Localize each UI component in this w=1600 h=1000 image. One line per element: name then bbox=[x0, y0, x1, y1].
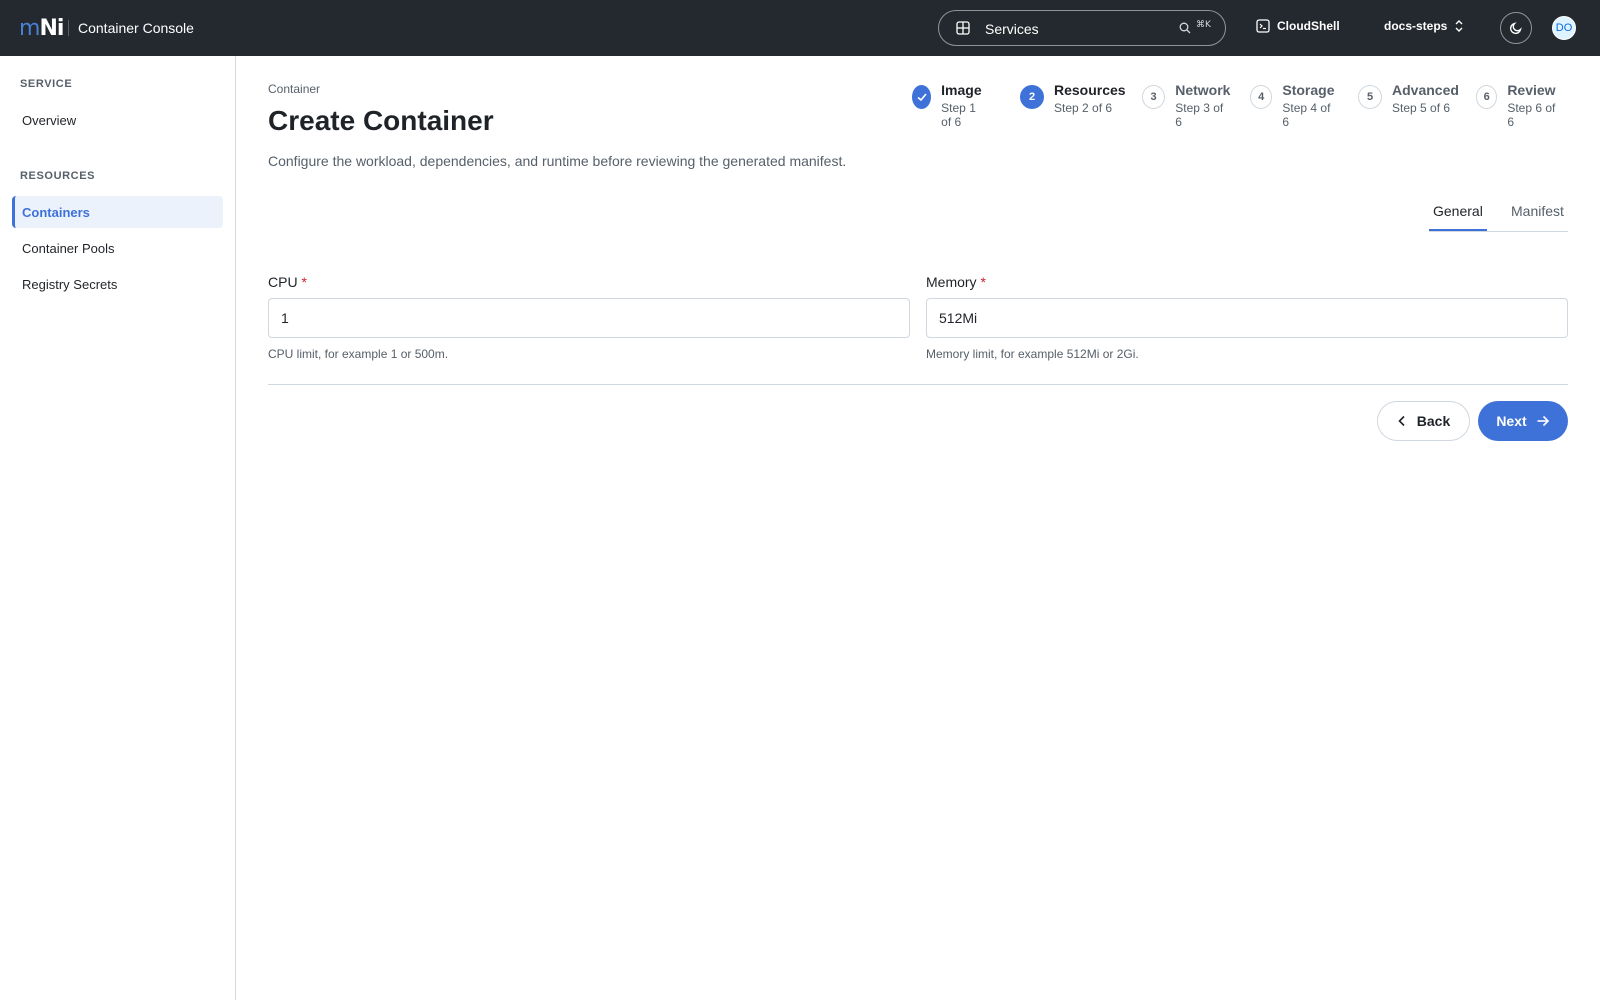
memory-input[interactable] bbox=[926, 298, 1568, 338]
active-tab-indicator bbox=[1429, 229, 1487, 231]
step-network[interactable]: 3 Network Step 3 of 6 bbox=[1142, 82, 1231, 129]
tab-manifest[interactable]: Manifest bbox=[1511, 203, 1564, 219]
sidebar-item-label: Containers bbox=[22, 204, 90, 220]
step-complete-check-icon bbox=[912, 85, 932, 109]
top-bar: m Ni Container Console Services ⌘K CloudS… bbox=[0, 0, 1600, 56]
moon-icon bbox=[1509, 22, 1522, 35]
next-button-label: Next bbox=[1496, 413, 1527, 429]
memory-label: Memory * bbox=[926, 274, 986, 290]
step-advanced[interactable]: 5 Advanced Step 5 of 6 bbox=[1358, 82, 1459, 115]
sidebar-section-service: SERVICE bbox=[20, 78, 73, 90]
cpu-label: CPU * bbox=[268, 274, 307, 290]
sidebar-item-overview[interactable]: Overview bbox=[12, 104, 223, 136]
chevron-left-icon bbox=[1398, 415, 1405, 427]
form-divider bbox=[268, 384, 1568, 385]
step-sub: Step 1 of 6 bbox=[941, 101, 976, 129]
arrow-right-icon bbox=[1537, 415, 1549, 427]
sidebar-item-containers[interactable]: Containers bbox=[12, 196, 223, 228]
cpu-input[interactable] bbox=[268, 298, 910, 338]
cloudshell-label: CloudShell bbox=[1277, 19, 1340, 33]
step-name: Network bbox=[1175, 82, 1231, 98]
project-selector[interactable]: docs-steps bbox=[1384, 19, 1464, 33]
sidebar-item-registry-secrets[interactable]: Registry Secrets bbox=[12, 268, 223, 300]
sidebar-item-container-pools[interactable]: Container Pools bbox=[12, 232, 223, 264]
search-shortcut: ⌘K bbox=[1196, 20, 1211, 30]
logo-mark-m: m bbox=[19, 16, 40, 41]
tab-general[interactable]: General bbox=[1433, 203, 1483, 219]
required-mark: * bbox=[301, 274, 307, 290]
step-name: Image bbox=[941, 82, 982, 98]
brand-logo[interactable]: m Ni bbox=[19, 16, 64, 41]
breadcrumb[interactable]: Container bbox=[268, 82, 320, 96]
cpu-help-text: CPU limit, for example 1 or 500m. bbox=[268, 347, 449, 361]
step-name: Review bbox=[1507, 82, 1556, 98]
step-sub: Step 2 of 6 bbox=[1054, 101, 1113, 115]
sidebar-item-label: Registry Secrets bbox=[22, 276, 118, 292]
page-title: Create Container bbox=[268, 105, 494, 136]
theme-toggle-button[interactable] bbox=[1500, 12, 1532, 44]
step-resources[interactable]: 2 Resources Step 2 of 6 bbox=[1020, 82, 1126, 115]
step-name: Storage bbox=[1282, 82, 1335, 98]
step-sub: Step 3 of 6 bbox=[1175, 101, 1224, 129]
step-number: 4 bbox=[1250, 85, 1273, 109]
page-description: Configure the workload, dependencies, an… bbox=[268, 153, 847, 169]
search-label: Services bbox=[985, 21, 1039, 37]
project-label: docs-steps bbox=[1384, 19, 1448, 33]
sidebar-item-label: Overview bbox=[22, 112, 77, 128]
step-number: 5 bbox=[1358, 85, 1382, 109]
step-sub: Step 4 of 6 bbox=[1282, 101, 1331, 129]
required-mark: * bbox=[980, 274, 986, 290]
sidebar-item-label: Container Pools bbox=[22, 240, 115, 256]
memory-label-text: Memory bbox=[926, 274, 977, 290]
logo-mark-ni: Ni bbox=[39, 16, 64, 41]
user-avatar[interactable]: DO bbox=[1552, 16, 1576, 40]
step-name: Advanced bbox=[1392, 82, 1459, 98]
step-review[interactable]: 6 Review Step 6 of 6 bbox=[1476, 82, 1558, 129]
back-button-label: Back bbox=[1416, 413, 1451, 429]
back-button[interactable]: Back bbox=[1377, 401, 1470, 441]
sidebar: SERVICE Overview RESOURCES Containers Co… bbox=[0, 56, 236, 1000]
cloudshell-button[interactable]: CloudShell bbox=[1256, 19, 1340, 33]
step-name: Resources bbox=[1054, 82, 1126, 98]
step-number: 2 bbox=[1020, 85, 1044, 109]
app-title: Container Console bbox=[78, 20, 194, 36]
top-divider bbox=[68, 20, 69, 36]
form-tabs: General Manifest bbox=[1429, 196, 1568, 232]
step-number: 6 bbox=[1476, 85, 1498, 109]
memory-help-text: Memory limit, for example 512Mi or 2Gi. bbox=[926, 347, 1139, 361]
step-sub: Step 6 of 6 bbox=[1507, 101, 1556, 129]
step-number: 3 bbox=[1142, 85, 1166, 109]
services-search[interactable]: Services ⌘K bbox=[938, 10, 1226, 46]
step-sub: Step 5 of 6 bbox=[1392, 101, 1451, 115]
search-icon bbox=[1179, 22, 1191, 34]
step-image[interactable]: Image Step 1 of 6 bbox=[912, 82, 986, 129]
sidebar-section-resources: RESOURCES bbox=[20, 170, 96, 182]
services-grid-icon bbox=[956, 21, 970, 35]
step-storage[interactable]: 4 Storage Step 4 of 6 bbox=[1250, 82, 1336, 129]
next-button[interactable]: Next bbox=[1478, 401, 1568, 441]
cpu-label-text: CPU bbox=[268, 274, 298, 290]
chevron-up-down-icon bbox=[1455, 20, 1463, 32]
terminal-icon bbox=[1256, 19, 1270, 33]
